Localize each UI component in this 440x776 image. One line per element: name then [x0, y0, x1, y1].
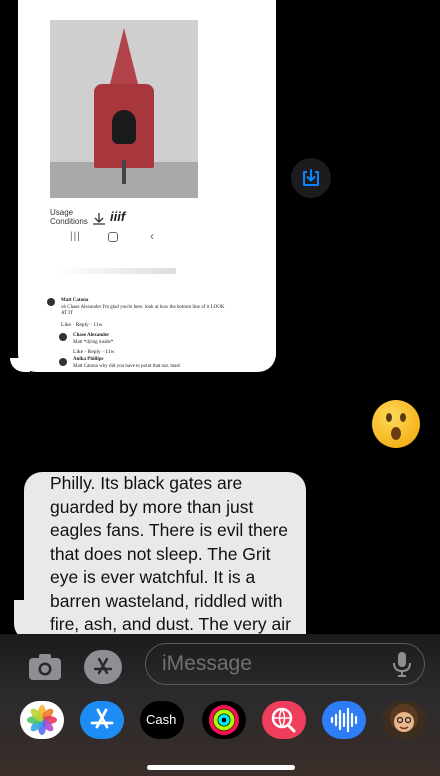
emoji-eye	[400, 413, 406, 422]
home-indicator[interactable]	[147, 765, 295, 770]
surprised-emoji-message[interactable]	[372, 400, 420, 448]
screenshot-image-message[interactable]: Usage Conditions iiif ||| ‹ Matt Catona …	[18, 0, 276, 372]
android-home-icon	[108, 232, 118, 242]
camera-button[interactable]	[28, 651, 62, 685]
avatar	[59, 358, 67, 366]
comment-text: oh Chase Alexander I'm glad you're here.…	[61, 305, 225, 316]
android-recents-icon: |||	[70, 231, 81, 242]
comment-text: Matt Catona why did you have to point th…	[73, 364, 181, 369]
apps-button[interactable]	[84, 650, 122, 684]
memoji-app-button[interactable]	[382, 701, 426, 739]
comment-author: Anika Phillips	[73, 357, 104, 362]
comment-meta: Like · Reply · 11w	[61, 322, 103, 328]
cash-label: Cash	[146, 712, 177, 727]
divider	[58, 268, 176, 274]
memoji-icon	[390, 704, 418, 732]
usage-conditions-label: Usage Conditions	[50, 208, 88, 226]
avatar	[47, 298, 55, 306]
app-store-icon	[93, 657, 113, 675]
download-small-icon	[92, 212, 106, 225]
activity-app-button[interactable]	[202, 701, 246, 739]
photos-app-button[interactable]	[20, 701, 64, 739]
waveform-icon	[330, 707, 358, 733]
message-text: Philly. Its black gates are guarded by m…	[50, 473, 291, 658]
comment-author: Chase Alexander	[73, 333, 110, 338]
apple-cash-app-button[interactable]: Cash	[140, 701, 184, 739]
audio-message-app-button[interactable]	[322, 701, 366, 739]
android-back-icon: ‹	[150, 229, 154, 243]
download-icon	[303, 169, 319, 186]
comment-meta: Like · Reply · 11w	[73, 349, 115, 355]
camera-icon	[29, 654, 61, 680]
image-search-app-button[interactable]	[262, 701, 306, 739]
microphone-icon	[393, 652, 411, 677]
photos-icon	[27, 705, 57, 735]
artwork-image	[50, 20, 198, 198]
comment-author: Matt Catona	[61, 298, 89, 303]
avatar	[59, 333, 67, 341]
activity-rings-icon	[209, 705, 239, 735]
iiif-logo: iiif	[110, 209, 126, 224]
message-input-placeholder: iMessage	[162, 652, 252, 675]
emoji-eye	[386, 413, 392, 422]
dictation-button[interactable]	[392, 650, 412, 683]
apple-cash-label: Cash	[146, 712, 176, 727]
app-store-icon	[90, 708, 114, 729]
globe-search-icon	[271, 707, 296, 733]
app-store-app-button[interactable]	[80, 701, 124, 739]
comment-text: Matt *dying inside*	[73, 340, 114, 345]
save-image-button[interactable]	[291, 158, 331, 198]
emoji-mouth	[391, 427, 401, 440]
bubble-tail	[10, 358, 30, 372]
